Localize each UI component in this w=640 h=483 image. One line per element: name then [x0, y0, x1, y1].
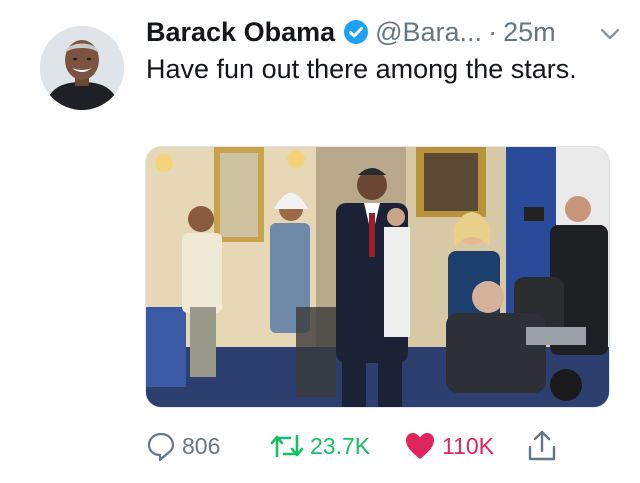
reply-button[interactable]: 806 — [146, 428, 220, 464]
reply-count: 806 — [182, 432, 221, 459]
reply-icon — [146, 431, 176, 461]
heart-icon — [404, 431, 436, 461]
timestamp[interactable]: 25m — [503, 17, 556, 48]
tweet-text: Have fun out there among the stars. — [146, 54, 577, 84]
author-avatar[interactable] — [40, 26, 124, 110]
verified-badge-icon — [343, 19, 369, 45]
share-button[interactable] — [526, 428, 558, 464]
tweet-photo[interactable] — [145, 146, 610, 408]
tweet-actions: 806 23.7K 110K — [146, 428, 606, 464]
chevron-down-icon[interactable] — [599, 21, 621, 43]
author-name[interactable]: Barack Obama — [146, 17, 335, 48]
separator-dot: · — [488, 16, 498, 47]
retweet-button[interactable]: 23.7K — [270, 428, 370, 464]
like-count: 110K — [442, 432, 495, 459]
author-handle[interactable]: @Bara... — [375, 17, 482, 48]
share-icon — [526, 429, 558, 463]
tweet-header: Barack Obama @Bara... · 25m — [146, 15, 621, 49]
retweet-icon — [270, 431, 304, 461]
like-button[interactable]: 110K — [404, 428, 494, 464]
retweet-count: 23.7K — [310, 432, 371, 459]
